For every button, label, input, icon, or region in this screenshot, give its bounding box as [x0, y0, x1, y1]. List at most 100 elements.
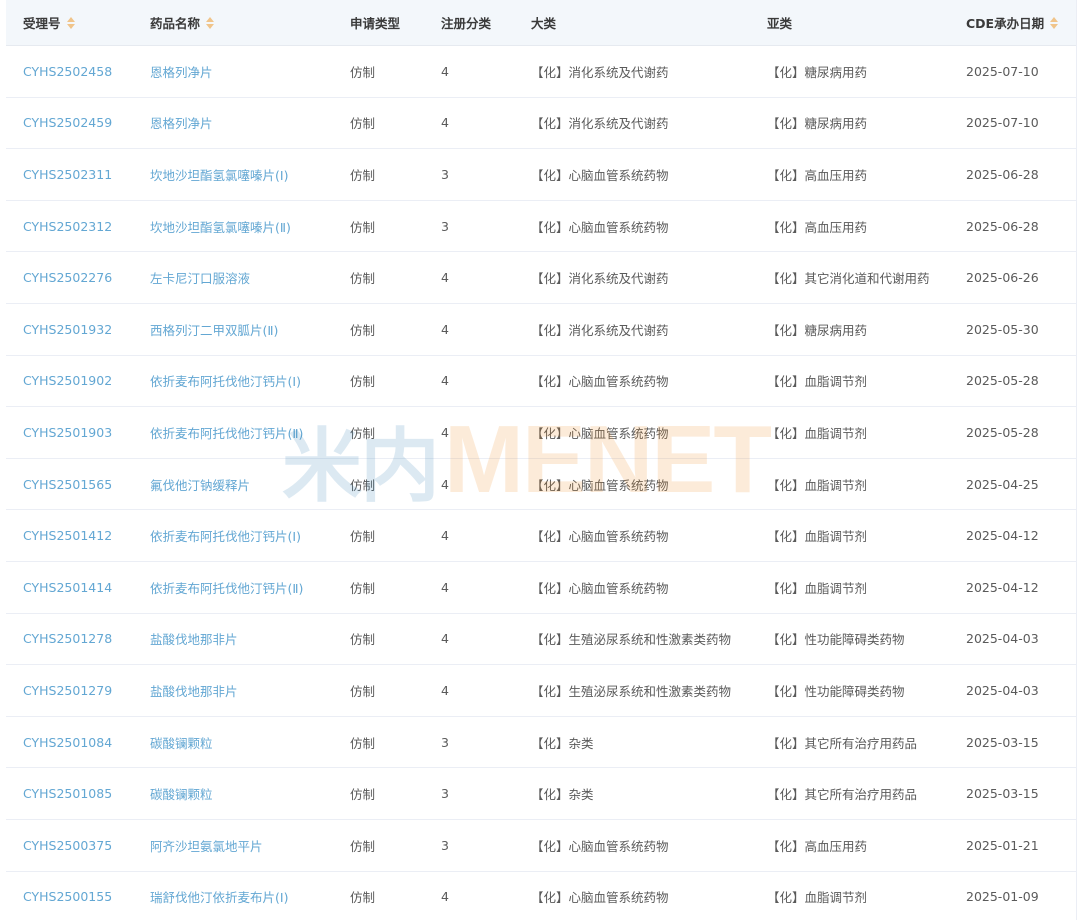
cde-date-cell: 2025-04-03 [966, 682, 1039, 698]
reg-class-cell: 3 [424, 820, 514, 871]
accept-no-link[interactable]: CYHS2500155 [23, 889, 112, 904]
accept-no-link[interactable]: CYHS2501279 [23, 683, 112, 698]
drug-name-link[interactable]: 依折麦布阿托伐他汀钙片(Ⅰ) [150, 371, 301, 390]
accept-no-link[interactable]: CYHS2502458 [23, 64, 112, 79]
cde-date-cell: 2025-07-10 [966, 115, 1039, 131]
reg-class-cell: 3 [424, 717, 514, 768]
subcategory-cell: 【化】性功能障碍类药物 [767, 632, 905, 648]
drug-name-link[interactable]: 碳酸镧颗粒 [150, 784, 213, 803]
sort-caret-icon[interactable] [1050, 16, 1059, 29]
header-apply-type-label: 申请类型 [350, 16, 401, 31]
sort-caret-icon[interactable] [66, 16, 75, 29]
cde-date-cell: 2025-01-21 [949, 820, 1076, 871]
accept-no-link[interactable]: CYHS2502312 [23, 219, 112, 234]
cde-date-cell: 2025-04-12 [966, 528, 1039, 544]
reg-class-cell: 3 [441, 837, 449, 853]
accept-no-cell: CYHS2502312 [6, 201, 133, 252]
cde-date-cell: 2025-06-26 [966, 270, 1039, 286]
header-subcategory: 亚类 [750, 0, 949, 45]
drug-name-link[interactable]: 左卡尼汀口服溶液 [150, 268, 250, 287]
header-apply-type: 申请类型 [333, 0, 424, 45]
header-cde-date[interactable]: CDE承办日期 [949, 0, 1076, 45]
accept-no-cell: CYHS2501279 [6, 665, 133, 716]
reg-class-cell: 3 [424, 201, 514, 252]
reg-class-cell: 4 [424, 614, 514, 665]
apply-type-cell: 仿制 [350, 632, 376, 648]
accept-no-link[interactable]: CYHS2501903 [23, 425, 112, 440]
accept-no-link[interactable]: CYHS2501278 [23, 631, 112, 646]
cde-date-cell: 2025-03-15 [966, 734, 1039, 750]
accept-no-cell: CYHS2501278 [6, 614, 133, 665]
drug-name-link[interactable]: 瑞舒伐他汀依折麦布片(Ⅰ) [150, 887, 288, 906]
subcategory-cell: 【化】高血压用药 [750, 149, 949, 200]
cde-date-cell: 2025-04-12 [966, 579, 1039, 595]
header-accept-no[interactable]: 受理号 [6, 0, 133, 45]
subcategory-cell: 【化】血脂调节剂 [767, 529, 868, 545]
subcategory-cell: 【化】其它所有治疗用药品 [767, 787, 918, 803]
apply-type-cell: 仿制 [350, 787, 376, 803]
table-row: CYHS2501279 盐酸伐地那非片 仿制 4 【化】生殖泌尿系统和性激素类药物 【化】… [6, 665, 1076, 717]
subcategory-cell: 【化】血脂调节剂 [750, 407, 949, 458]
apply-type-cell: 仿制 [350, 322, 376, 338]
drug-name-link[interactable]: 恩格列净片 [150, 113, 213, 132]
cde-date-cell: 2025-05-28 [966, 424, 1039, 440]
accept-no-link[interactable]: CYHS2502459 [23, 115, 112, 130]
table-body: CYHS2502458 恩格列净片 仿制 4 【化】消化系统及代谢药 【化】糖尿病用药 20… [6, 46, 1076, 920]
accept-no-link[interactable]: CYHS2501412 [23, 528, 112, 543]
accept-no-link[interactable]: CYHS2502276 [23, 270, 112, 285]
drug-name-link[interactable]: 坎地沙坦酯氢氯噻嗪片(Ⅰ) [150, 165, 288, 184]
drug-name-link[interactable]: 坎地沙坦酯氢氯噻嗪片(Ⅱ) [150, 217, 291, 236]
accept-no-cell: CYHS2501084 [6, 717, 133, 768]
drug-name-link[interactable]: 恩格列净片 [150, 62, 213, 81]
drug-name-link[interactable]: 西格列汀二甲双胍片(Ⅱ) [150, 320, 278, 339]
reg-class-cell: 4 [424, 46, 514, 97]
accept-no-cell: CYHS2501903 [6, 407, 133, 458]
accept-no-link[interactable]: CYHS2502311 [23, 167, 112, 182]
category-cell: 【化】消化系统及代谢药 [531, 64, 669, 80]
apply-type-cell: 仿制 [333, 717, 424, 768]
accept-no-link[interactable]: CYHS2501932 [23, 322, 112, 337]
header-category-label: 大类 [531, 16, 557, 31]
drug-name-link[interactable]: 碳酸镧颗粒 [150, 733, 213, 752]
drug-name-link[interactable]: 盐酸伐地那非片 [150, 629, 238, 648]
cde-date-cell: 2025-05-28 [966, 373, 1039, 389]
sort-caret-icon[interactable] [206, 16, 215, 29]
cde-date-cell: 2025-03-15 [949, 768, 1076, 819]
accept-no-link[interactable]: CYHS2500375 [23, 838, 112, 853]
drug-name-link[interactable]: 依折麦布阿托伐他汀钙片(Ⅰ) [150, 526, 301, 545]
cde-date-cell: 2025-07-10 [949, 98, 1076, 149]
drug-name-link[interactable]: 依折麦布阿托伐他汀钙片(Ⅱ) [150, 423, 303, 442]
apply-type-cell: 仿制 [333, 665, 424, 716]
apply-type-cell: 仿制 [333, 459, 424, 510]
category-cell: 【化】心脑血管系统药物 [514, 149, 750, 200]
drug-name-link[interactable]: 依折麦布阿托伐他汀钙片(Ⅱ) [150, 578, 303, 597]
category-cell: 【化】杂类 [514, 717, 750, 768]
table-row: CYHS2500155 瑞舒伐他汀依折麦布片(Ⅰ) 仿制 4 【化】心脑血管系统药物 【化… [6, 871, 1076, 920]
category-cell: 【化】心脑血管系统药物 [531, 529, 669, 545]
subcategory-cell: 【化】血脂调节剂 [750, 562, 949, 613]
accept-no-link[interactable]: CYHS2501085 [23, 786, 112, 801]
accept-no-link[interactable]: CYHS2501902 [23, 373, 112, 388]
apply-type-cell: 仿制 [350, 374, 376, 390]
accept-no-link[interactable]: CYHS2501565 [23, 477, 112, 492]
cde-date-cell: 2025-04-25 [966, 476, 1039, 492]
accept-no-cell: CYHS2501565 [6, 459, 133, 510]
subcategory-cell: 【化】高血压用药 [767, 838, 868, 854]
drug-name-link[interactable]: 阿齐沙坦氨氯地平片 [150, 836, 263, 855]
cde-date-cell: 2025-04-03 [949, 614, 1076, 665]
category-cell: 【化】生殖泌尿系统和性激素类药物 [531, 683, 732, 699]
subcategory-cell: 【化】血脂调节剂 [750, 872, 949, 920]
accept-no-link[interactable]: CYHS2501084 [23, 735, 112, 750]
subcategory-cell: 【化】高血压用药 [767, 167, 868, 183]
header-drug-name[interactable]: 药品名称 [133, 0, 333, 45]
drug-name-link[interactable]: 氟伐他汀钠缓释片 [150, 475, 250, 494]
accept-no-link[interactable]: CYHS2501414 [23, 580, 112, 595]
drug-name-cell: 盐酸伐地那非片 [133, 665, 333, 716]
subcategory-cell: 【化】其它消化道和代谢用药 [767, 271, 930, 287]
subcategory-cell: 【化】血脂调节剂 [767, 477, 868, 493]
drug-name-link[interactable]: 盐酸伐地那非片 [150, 681, 238, 700]
table-row: CYHS2501278 盐酸伐地那非片 仿制 4 【化】生殖泌尿系统和性激素类药物 【化】… [6, 613, 1076, 666]
drug-name-cell: 恩格列净片 [133, 46, 333, 97]
category-cell: 【化】心脑血管系统药物 [514, 201, 750, 252]
subcategory-cell: 【化】其它消化道和代谢用药 [750, 252, 949, 303]
